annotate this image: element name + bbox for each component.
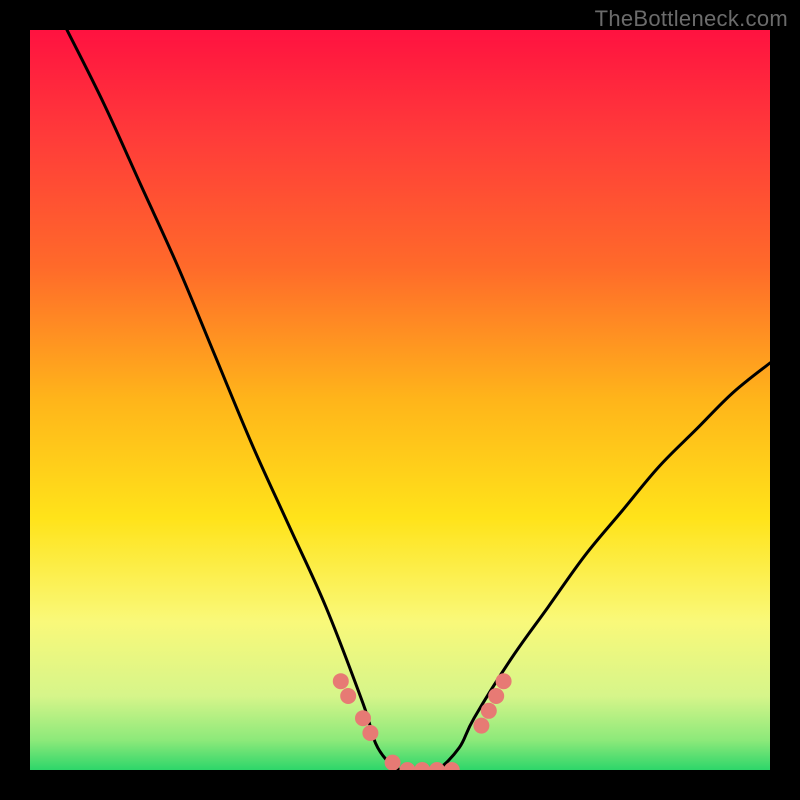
marker-point	[429, 762, 445, 770]
bottleneck-curve	[67, 30, 770, 770]
marker-point	[355, 710, 371, 726]
highlight-points	[333, 673, 512, 770]
marker-point	[333, 673, 349, 689]
marker-point	[362, 725, 378, 741]
chart-frame: TheBottleneck.com	[0, 0, 800, 800]
marker-point	[385, 755, 401, 770]
watermark-text: TheBottleneck.com	[595, 6, 788, 32]
marker-point	[488, 688, 504, 704]
chart-curve-layer	[30, 30, 770, 770]
marker-point	[399, 762, 415, 770]
plot-area	[30, 30, 770, 770]
marker-point	[340, 688, 356, 704]
marker-point	[414, 762, 430, 770]
marker-point	[481, 703, 497, 719]
marker-point	[496, 673, 512, 689]
marker-point	[473, 718, 489, 734]
